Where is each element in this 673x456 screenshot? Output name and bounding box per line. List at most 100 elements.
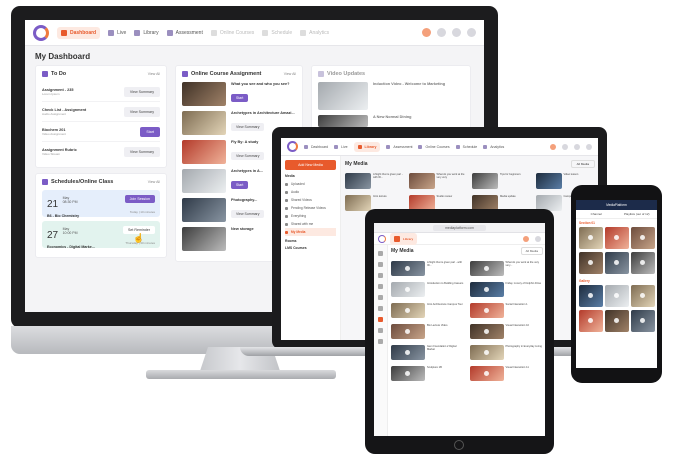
video-thumbnail[interactable] bbox=[579, 252, 603, 274]
nav-schedule[interactable]: Schedule bbox=[262, 29, 292, 36]
media-card[interactable]: Tips for beginners bbox=[472, 173, 532, 191]
tablet-topbar: Library bbox=[374, 232, 545, 245]
nav-assessment[interactable]: Assessment bbox=[166, 29, 203, 36]
app-logo[interactable] bbox=[378, 234, 386, 243]
audio-icon[interactable] bbox=[378, 273, 383, 278]
view-summary-button[interactable]: View Summary bbox=[123, 106, 160, 117]
sidebar-section-rooms[interactable]: Rooms bbox=[285, 239, 336, 243]
folder-icon[interactable] bbox=[378, 328, 383, 333]
start-button[interactable]: Start bbox=[231, 94, 249, 102]
start-button[interactable]: Start bbox=[140, 126, 160, 137]
sort-select[interactable]: All Media bbox=[570, 160, 595, 168]
sidebar-item-my-media[interactable]: My Media bbox=[285, 228, 336, 236]
course-view-all[interactable]: View All bbox=[284, 72, 296, 76]
media-card[interactable]: Gem Foundation 2 Digital Market bbox=[391, 345, 465, 361]
course-item[interactable]: What you see and who you see? Start bbox=[182, 82, 296, 106]
clock-icon[interactable] bbox=[378, 295, 383, 300]
sidebar-item-everything[interactable]: Everything bbox=[285, 212, 336, 220]
view-summary-button[interactable]: View Summary bbox=[123, 147, 160, 157]
sidebar-section-lms[interactable]: LMS Courses bbox=[285, 246, 336, 250]
nav-assessment[interactable]: Assessment bbox=[386, 144, 412, 149]
media-card[interactable]: Bio Lecture Video bbox=[391, 324, 465, 340]
search-icon[interactable] bbox=[437, 28, 446, 37]
nav-online-courses[interactable]: Online Courses bbox=[210, 29, 254, 36]
search-icon[interactable] bbox=[562, 143, 568, 150]
nav-live[interactable]: Live bbox=[334, 144, 348, 149]
nav-schedule[interactable]: Schedule bbox=[455, 144, 477, 149]
media-card[interactable]: Introduction to Building Careers bbox=[391, 282, 465, 298]
help-icon[interactable] bbox=[467, 28, 476, 37]
nav-library[interactable]: Library bbox=[390, 232, 418, 245]
sidebar-item-pending[interactable]: Pending Release Videos bbox=[285, 204, 336, 212]
media-card[interactable]: Visual Interaction 11 bbox=[469, 366, 544, 382]
profile-avatar[interactable] bbox=[550, 143, 556, 150]
video-thumbnail[interactable] bbox=[605, 227, 629, 249]
todo-view-all[interactable]: View All bbox=[148, 72, 160, 76]
sidebar-item-uploaded[interactable]: Uploaded bbox=[285, 180, 336, 188]
video-item[interactable]: A New Normal Dining bbox=[318, 115, 464, 127]
home-button[interactable] bbox=[454, 440, 464, 450]
video-thumbnail[interactable] bbox=[631, 227, 655, 249]
phone-screen: MediaPlatform Channel Playlists (out of … bbox=[576, 200, 657, 368]
view-summary-button[interactable]: View Summary bbox=[231, 152, 265, 160]
media-card[interactable]: Photography in Everyday Living bbox=[469, 345, 544, 361]
nav-dashboard[interactable]: Dashboard bbox=[57, 26, 101, 39]
nav-dashboard[interactable]: Dashboard bbox=[304, 144, 328, 149]
browser-address-bar[interactable]: mediaplatform.com bbox=[374, 223, 545, 233]
add-media-button[interactable]: Add New Media bbox=[285, 160, 336, 170]
profile-avatar[interactable] bbox=[523, 235, 529, 242]
join-session-button[interactable]: Join Session bbox=[124, 195, 155, 203]
gear-icon[interactable] bbox=[574, 143, 580, 150]
media-card[interactable]: A Night that is given part - with ID... bbox=[345, 173, 405, 191]
schedules-view-all[interactable]: View All bbox=[148, 180, 160, 184]
media-grid: A Night that is given part - with ID... … bbox=[345, 173, 595, 213]
nav-analytics[interactable]: Analytics bbox=[483, 144, 504, 149]
sidebar-item-shared-videos[interactable]: Shared Videos bbox=[285, 196, 336, 204]
video-thumbnail[interactable] bbox=[605, 310, 629, 332]
share-icon[interactable] bbox=[378, 284, 383, 289]
nav-library[interactable]: Library bbox=[134, 29, 159, 36]
media-card[interactable]: A Night that is given part - with ID... bbox=[391, 261, 465, 277]
media-card[interactable]: Sculpture 1B bbox=[391, 366, 465, 382]
tab-playlists[interactable]: Playlists (out of 12) bbox=[617, 210, 658, 218]
app-logo[interactable] bbox=[33, 24, 49, 41]
phone-video-row bbox=[576, 285, 657, 307]
video-item[interactable]: Induction Video - Welcome to Marketing bbox=[318, 82, 464, 110]
tab-channel[interactable]: Channel bbox=[576, 210, 617, 218]
media-card[interactable]: Friday: A story of Dolphin Drive bbox=[469, 282, 544, 298]
video-thumbnail[interactable] bbox=[579, 285, 603, 307]
view-summary-button[interactable]: View Summary bbox=[231, 123, 265, 131]
profile-avatar[interactable] bbox=[422, 28, 431, 37]
nav-library[interactable]: Library bbox=[353, 141, 381, 152]
sidebar-item-audio[interactable]: Audio bbox=[285, 188, 336, 196]
users-icon[interactable] bbox=[378, 339, 383, 344]
video-thumbnail[interactable] bbox=[605, 285, 629, 307]
view-summary-button[interactable]: View Summary bbox=[231, 210, 265, 218]
media-card[interactable]: Intro Architecture Campus Tour bbox=[391, 303, 465, 319]
start-button[interactable]: Start bbox=[231, 181, 249, 189]
view-summary-button[interactable]: View Summary bbox=[123, 86, 160, 97]
upload-icon[interactable] bbox=[378, 262, 383, 267]
video-thumbnail[interactable] bbox=[631, 252, 655, 274]
media-card[interactable]: What do you work at the very very... bbox=[469, 261, 544, 277]
list-icon[interactable] bbox=[378, 306, 383, 311]
video-thumbnail[interactable] bbox=[579, 227, 603, 249]
nav-online-courses[interactable]: Online Courses bbox=[418, 144, 450, 149]
gear-icon[interactable] bbox=[452, 28, 461, 37]
gear-icon[interactable] bbox=[535, 235, 541, 242]
video-thumbnail[interactable] bbox=[605, 252, 629, 274]
media-card[interactable]: What do you work at the very very bbox=[408, 173, 469, 191]
sidebar-item-shared-with-me[interactable]: Shared with me bbox=[285, 220, 336, 228]
home-icon[interactable] bbox=[378, 251, 383, 256]
help-icon[interactable] bbox=[586, 143, 592, 150]
my-media-icon[interactable] bbox=[378, 317, 383, 322]
media-card[interactable]: Visual Interaction 10 bbox=[469, 324, 544, 340]
video-thumbnail[interactable] bbox=[631, 285, 655, 307]
video-thumbnail[interactable] bbox=[631, 310, 655, 332]
nav-live[interactable]: Live bbox=[108, 29, 126, 36]
media-card[interactable]: Social Interaction 1 bbox=[469, 303, 544, 319]
video-thumbnail[interactable] bbox=[579, 310, 603, 332]
nav-analytics[interactable]: Analytics bbox=[300, 29, 329, 36]
filter-select[interactable]: All Media bbox=[520, 247, 543, 255]
app-logo[interactable] bbox=[287, 141, 298, 152]
